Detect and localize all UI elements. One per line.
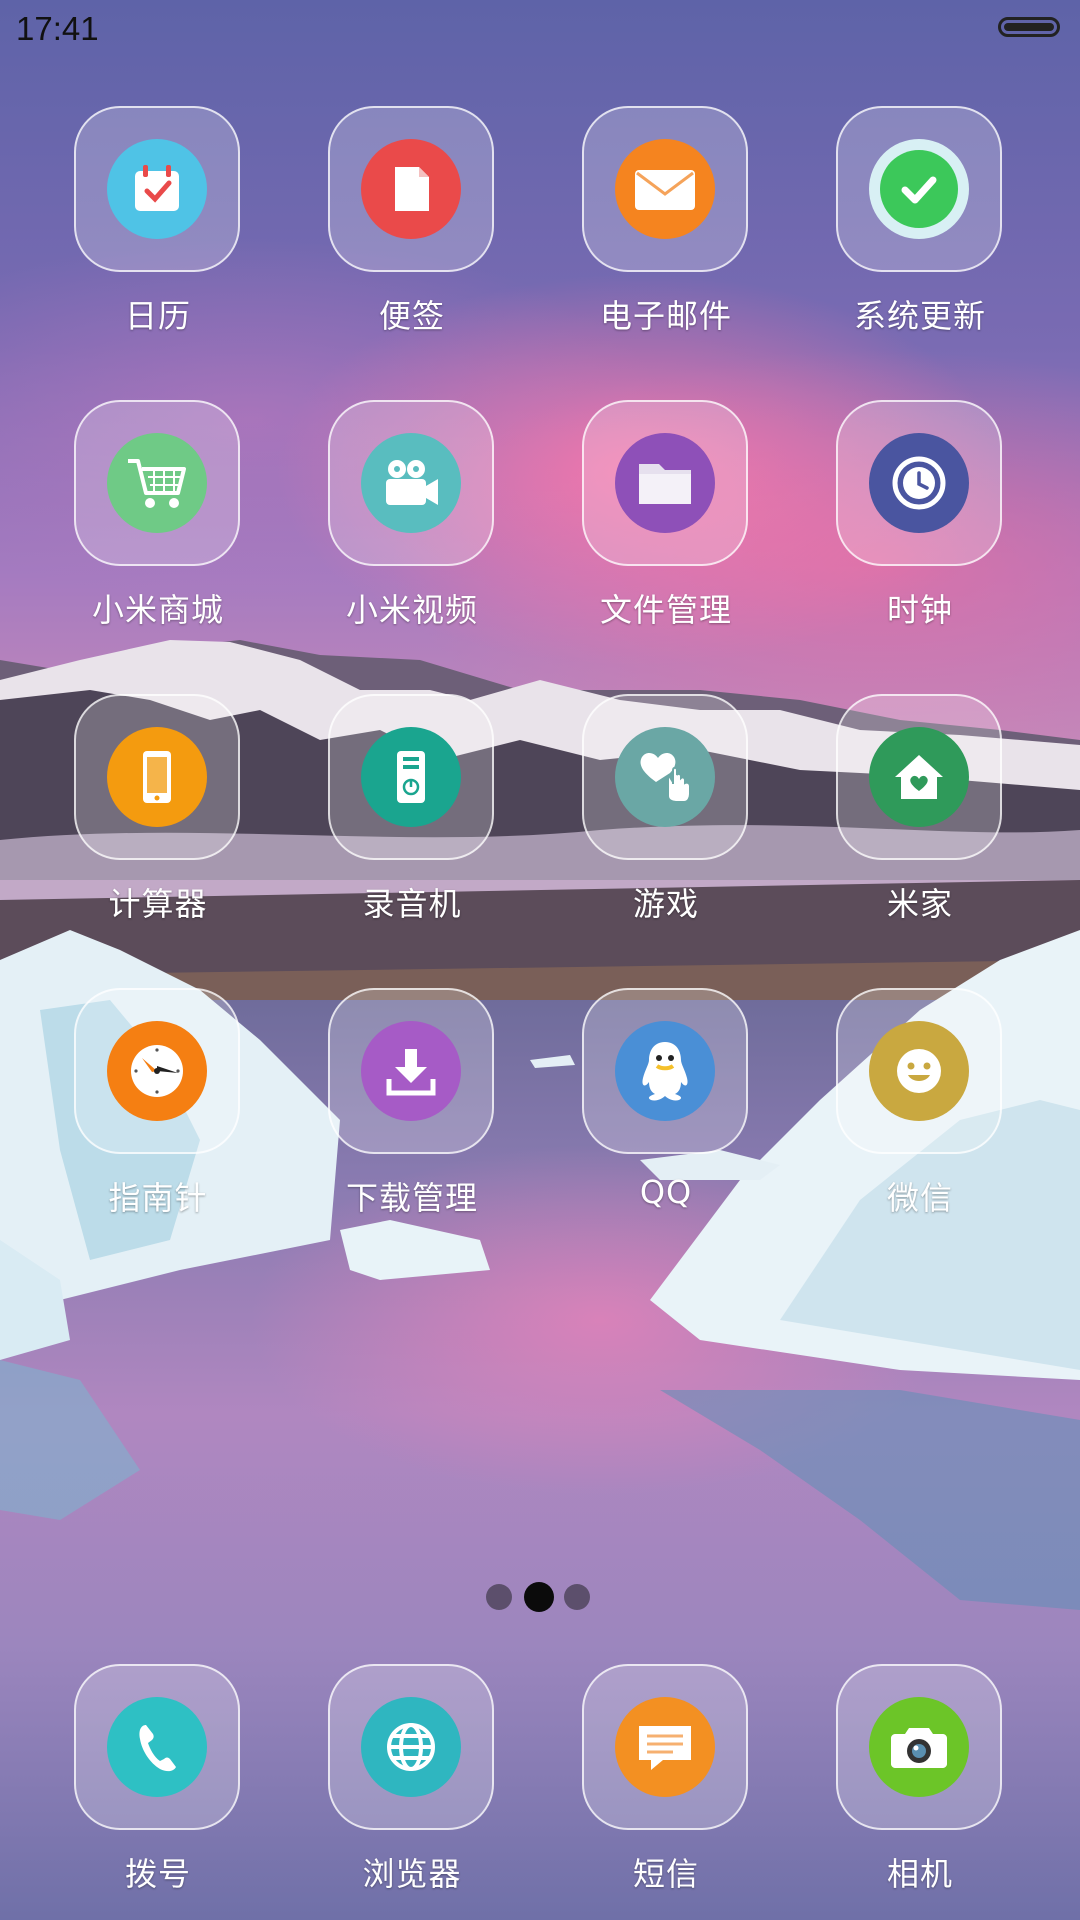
app-label: 下载管理: [345, 1179, 478, 1217]
app-qq[interactable]: QQ: [566, 988, 766, 1238]
app-email[interactable]: 电子邮件: [566, 106, 766, 356]
app-label: 短信: [632, 1855, 699, 1893]
app-label: 微信: [886, 1179, 953, 1217]
status-bar: 17:41: [0, 0, 1080, 60]
app-label: 时钟: [886, 591, 953, 629]
globe-icon: [361, 1697, 461, 1797]
app-clock[interactable]: 时钟: [820, 400, 1020, 650]
app-label: 系统更新: [853, 297, 986, 335]
app-label: 计算器: [108, 885, 208, 923]
app-label: 米家: [886, 885, 953, 923]
app-label: 日历: [124, 297, 191, 335]
page-dot[interactable]: [486, 1584, 512, 1610]
phone-icon: [107, 1697, 207, 1797]
mail-icon: [615, 139, 715, 239]
message-icon: [615, 1697, 715, 1797]
app-calculator[interactable]: 计算器: [58, 694, 258, 944]
app-calendar[interactable]: 日历: [58, 106, 258, 356]
phone-calc-icon: [107, 727, 207, 827]
app-wechat[interactable]: 微信: [820, 988, 1020, 1238]
app-notes[interactable]: 便签: [312, 106, 512, 356]
page-indicator[interactable]: [486, 1578, 596, 1612]
recorder-icon: [361, 727, 461, 827]
clock-icon: [869, 433, 969, 533]
app-download-manager[interactable]: 下载管理: [312, 988, 512, 1238]
update-check-icon: [869, 139, 969, 239]
dock-phone[interactable]: 拨号: [58, 1664, 258, 1914]
page-dot-active[interactable]: [524, 1582, 554, 1612]
dock-messages[interactable]: 短信: [566, 1664, 766, 1914]
app-games[interactable]: 游戏: [566, 694, 766, 944]
calendar-icon: [107, 139, 207, 239]
app-label: 浏览器: [362, 1855, 462, 1893]
app-label: 相机: [886, 1855, 953, 1893]
video-camera-icon: [361, 433, 461, 533]
status-time: 17:41: [16, 10, 99, 47]
qq-penguin-icon: [615, 1021, 715, 1121]
app-label: 文件管理: [599, 591, 732, 629]
app-label: 指南针: [108, 1179, 208, 1217]
app-label: 便签: [378, 297, 445, 335]
folder-icon: [615, 433, 715, 533]
app-label: QQ: [639, 1173, 693, 1211]
battery-icon: [998, 17, 1060, 37]
app-mi-home[interactable]: 米家: [820, 694, 1020, 944]
app-label: 游戏: [632, 885, 699, 923]
smile-icon: [869, 1021, 969, 1121]
dock-browser[interactable]: 浏览器: [312, 1664, 512, 1914]
app-label: 拨号: [124, 1855, 191, 1893]
cart-icon: [107, 433, 207, 533]
app-system-update[interactable]: 系统更新: [820, 106, 1020, 356]
download-icon: [361, 1021, 461, 1121]
dock-camera[interactable]: 相机: [820, 1664, 1020, 1914]
app-mi-video[interactable]: 小米视频: [312, 400, 512, 650]
page-dot[interactable]: [564, 1584, 590, 1610]
app-label: 小米商城: [91, 591, 224, 629]
app-label: 小米视频: [345, 591, 478, 629]
app-file-manager[interactable]: 文件管理: [566, 400, 766, 650]
compass-icon: [107, 1021, 207, 1121]
camera-icon: [869, 1697, 969, 1797]
game-heart-icon: [615, 727, 715, 827]
home-heart-icon: [869, 727, 969, 827]
app-mi-store[interactable]: 小米商城: [58, 400, 258, 650]
app-label: 录音机: [362, 885, 462, 923]
note-icon: [361, 139, 461, 239]
app-label: 电子邮件: [599, 297, 732, 335]
app-compass[interactable]: 指南针: [58, 988, 258, 1238]
app-recorder[interactable]: 录音机: [312, 694, 512, 944]
